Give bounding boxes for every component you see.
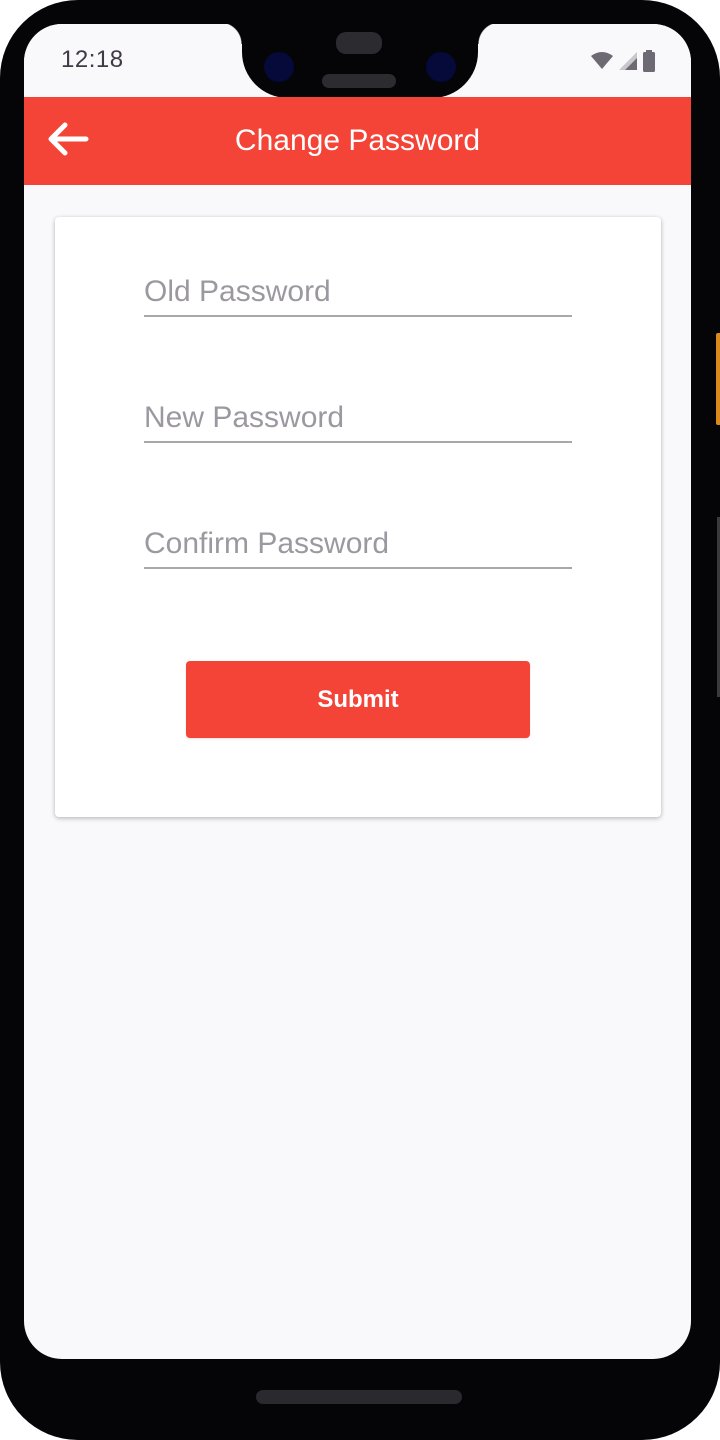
sensor <box>336 32 382 54</box>
earpiece-speaker <box>322 74 396 88</box>
power-button <box>716 333 720 425</box>
submit-button[interactable]: Submit <box>186 661 530 738</box>
status-time: 12:18 <box>61 46 124 73</box>
change-password-card: Submit <box>55 217 661 817</box>
page-title: Change Password <box>234 124 481 157</box>
screen: 12:18 Change Password Submit <box>24 24 691 1359</box>
front-camera-left <box>264 52 294 82</box>
status-icons <box>591 50 655 77</box>
app-bar: Change Password <box>24 97 691 185</box>
phone-frame: 12:18 Change Password Submit <box>0 0 720 1440</box>
camera-notch <box>220 24 500 98</box>
wifi-icon <box>591 52 613 75</box>
front-camera-right <box>426 52 456 82</box>
cellular-signal-icon <box>619 52 637 75</box>
arrow-left-icon <box>47 122 89 161</box>
battery-icon <box>643 50 655 77</box>
confirm-password-field <box>144 515 572 569</box>
old-password-field <box>144 263 572 317</box>
old-password-input[interactable] <box>144 275 572 309</box>
new-password-input[interactable] <box>144 401 572 435</box>
back-button[interactable] <box>44 119 92 163</box>
new-password-field <box>144 389 572 443</box>
home-indicator <box>256 1390 462 1404</box>
confirm-password-input[interactable] <box>144 527 572 561</box>
